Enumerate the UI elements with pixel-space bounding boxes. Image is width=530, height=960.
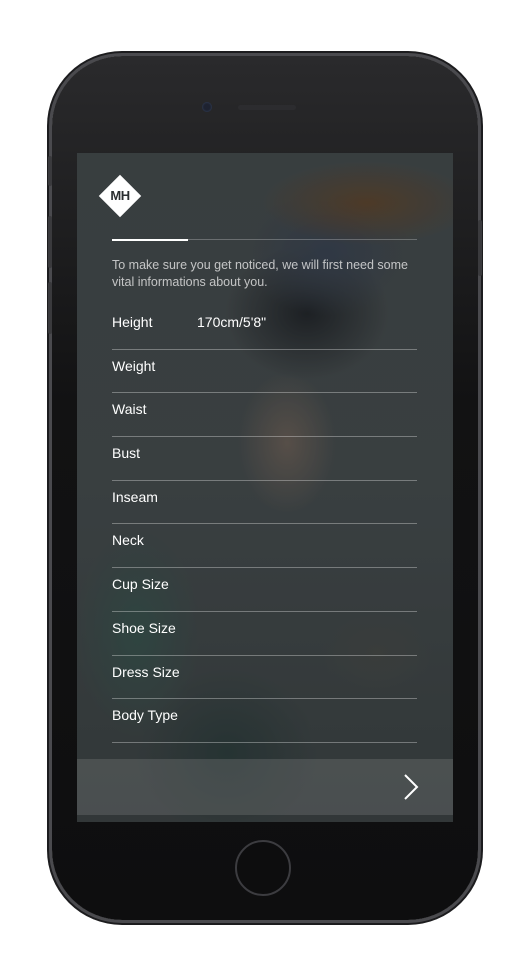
front-camera [202, 102, 212, 112]
volume-up-button [48, 216, 52, 268]
measurements-form: Height 170cm/5'8" Weight Waist Bust Inse… [112, 306, 417, 743]
field-body-type[interactable]: Body Type [112, 699, 417, 743]
field-label: Shoe Size [112, 619, 176, 636]
app-screen: MH To make sure you get noticed, we will… [77, 153, 453, 822]
next-button[interactable] [399, 771, 423, 803]
progress-fill [112, 238, 189, 241]
field-dress-size[interactable]: Dress Size [112, 656, 417, 700]
field-value: 170cm/5'8" [197, 314, 267, 330]
field-label: Bust [112, 445, 141, 462]
power-button [478, 220, 482, 276]
field-label: Waist [112, 401, 147, 418]
field-label: Neck [112, 532, 144, 549]
field-label: Height [112, 314, 153, 330]
app-logo: MH [98, 174, 142, 218]
mute-switch [48, 156, 52, 186]
progress-track [112, 238, 417, 241]
intro-text: To make sure you get noticed, we will fi… [112, 258, 408, 289]
field-shoe-size[interactable]: Shoe Size [112, 612, 417, 656]
field-label: Inseam [112, 488, 158, 505]
field-label: Dress Size [112, 663, 180, 680]
field-waist[interactable]: Waist [112, 393, 417, 438]
field-cup-size[interactable]: Cup Size [112, 568, 417, 612]
home-button[interactable] [235, 840, 291, 896]
field-bust[interactable]: Bust [112, 437, 417, 481]
logo-text: MH [110, 188, 130, 203]
bottom-navigation-bar [77, 759, 453, 815]
field-label: Weight [112, 357, 156, 374]
field-label: Body Type [112, 707, 178, 724]
field-inseam[interactable]: Inseam [112, 481, 417, 525]
field-weight[interactable]: Weight [112, 350, 417, 394]
earpiece-speaker [238, 105, 296, 110]
chevron-right-icon [404, 774, 419, 800]
field-height[interactable]: Height 170cm/5'8" [112, 306, 417, 350]
field-label: Cup Size [112, 576, 169, 593]
field-neck[interactable]: Neck [112, 524, 417, 569]
volume-down-button [48, 282, 52, 334]
